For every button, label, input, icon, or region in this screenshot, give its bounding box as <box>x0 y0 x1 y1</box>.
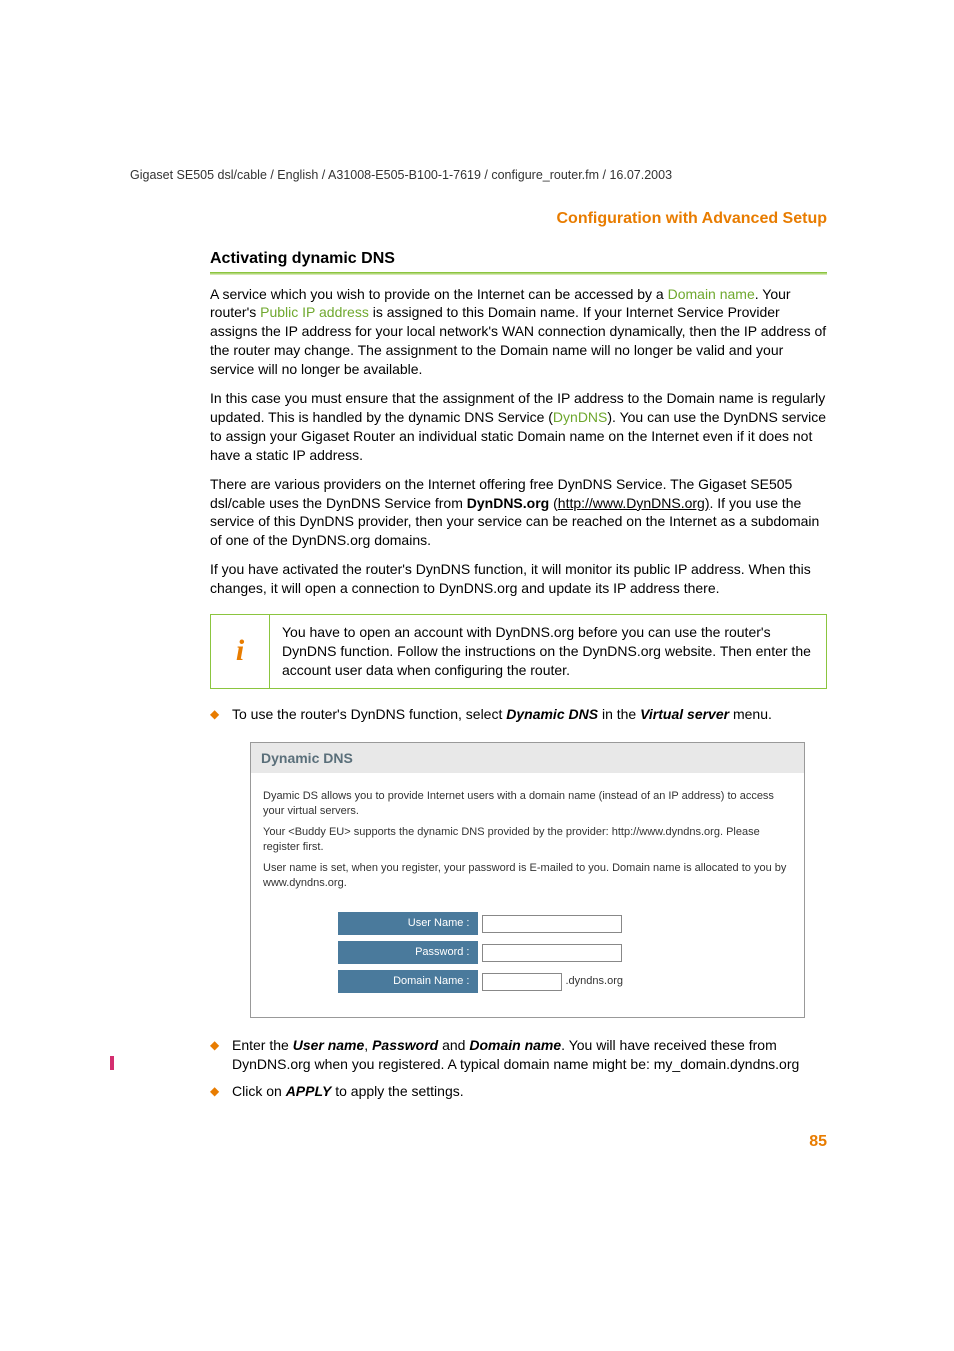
subheading: Activating dynamic DNS <box>210 248 827 270</box>
text: ( <box>549 495 558 511</box>
text: A service which you wish to provide on t… <box>210 286 668 302</box>
username-input[interactable] <box>482 915 622 933</box>
form-row-password: Password : <box>338 941 718 964</box>
text: To use the router's DynDNS function, sel… <box>232 706 506 722</box>
info-box: i You have to open an account with DynDN… <box>210 614 827 689</box>
screenshot-body: Dyamic DS allows you to provide Internet… <box>251 773 804 1017</box>
screenshot-title: Dynamic DNS <box>251 743 804 774</box>
ui-term: Virtual server <box>640 706 729 722</box>
paragraph-3: There are various providers on the Inter… <box>210 475 827 551</box>
section-title: Configuration with Advanced Setup <box>210 210 827 228</box>
text: to apply the settings. <box>331 1083 463 1099</box>
instruction-list-2: Enter the User name, Password and Domain… <box>210 1036 827 1101</box>
change-bar-icon <box>110 1056 114 1070</box>
info-text: You have to open an account with DynDNS.… <box>270 615 826 688</box>
glossary-link-dyndns[interactable]: DynDNS <box>553 409 607 425</box>
paragraph-1: A service which you wish to provide on t… <box>210 285 827 379</box>
text: and <box>438 1037 469 1053</box>
body-content: Activating dynamic DNS A service which y… <box>210 248 827 1152</box>
ui-term: Domain name <box>469 1037 561 1053</box>
screenshot-form: User Name : Password : Domain Name : .dy… <box>338 912 718 993</box>
paragraph-4: If you have activated the router's DynDN… <box>210 560 827 598</box>
list-item: Click on APPLY to apply the settings. <box>210 1082 827 1101</box>
paragraph-2: In this case you must ensure that the as… <box>210 389 827 465</box>
file-path-header: Gigaset SE505 dsl/cable / English / A310… <box>130 168 672 182</box>
heading-rule <box>210 272 827 275</box>
password-input[interactable] <box>482 944 622 962</box>
screenshot-text: Dyamic DS allows you to provide Internet… <box>263 789 792 819</box>
domain-input[interactable] <box>482 973 562 991</box>
document-page: Gigaset SE505 dsl/cable / English / A310… <box>0 0 954 1351</box>
screenshot-dynamic-dns: Dynamic DNS Dyamic DS allows you to prov… <box>250 742 805 1018</box>
label-username: User Name : <box>338 912 478 935</box>
external-link-dyndns[interactable]: http://www.DynDNS.org) <box>558 495 710 511</box>
page-number: 85 <box>210 1131 827 1153</box>
form-row-username: User Name : <box>338 912 718 935</box>
list-item: Enter the User name, Password and Domain… <box>210 1036 827 1074</box>
glossary-link-public-ip[interactable]: Public IP address <box>260 304 369 320</box>
text: Enter the <box>232 1037 293 1053</box>
ui-term: User name <box>293 1037 365 1053</box>
instruction-list-1: To use the router's DynDNS function, sel… <box>210 705 827 724</box>
text: , <box>364 1037 372 1053</box>
domain-suffix: .dyndns.org <box>566 974 623 989</box>
ui-term: Password <box>372 1037 438 1053</box>
form-row-domain: Domain Name : .dyndns.org <box>338 970 718 993</box>
ui-term: APPLY <box>286 1083 332 1099</box>
screenshot-text: User name is set, when you register, you… <box>263 861 792 891</box>
screenshot-text: Your <Buddy EU> supports the dynamic DNS… <box>263 825 792 855</box>
glossary-link-domain-name[interactable]: Domain name <box>668 286 755 302</box>
text: Click on <box>232 1083 286 1099</box>
label-domain: Domain Name : <box>338 970 478 993</box>
ui-term: Dynamic DNS <box>506 706 598 722</box>
text: menu. <box>729 706 772 722</box>
text: in the <box>598 706 640 722</box>
list-item: To use the router's DynDNS function, sel… <box>210 705 827 724</box>
label-password: Password : <box>338 941 478 964</box>
info-icon: i <box>211 615 270 688</box>
text-bold: DynDNS.org <box>467 495 549 511</box>
